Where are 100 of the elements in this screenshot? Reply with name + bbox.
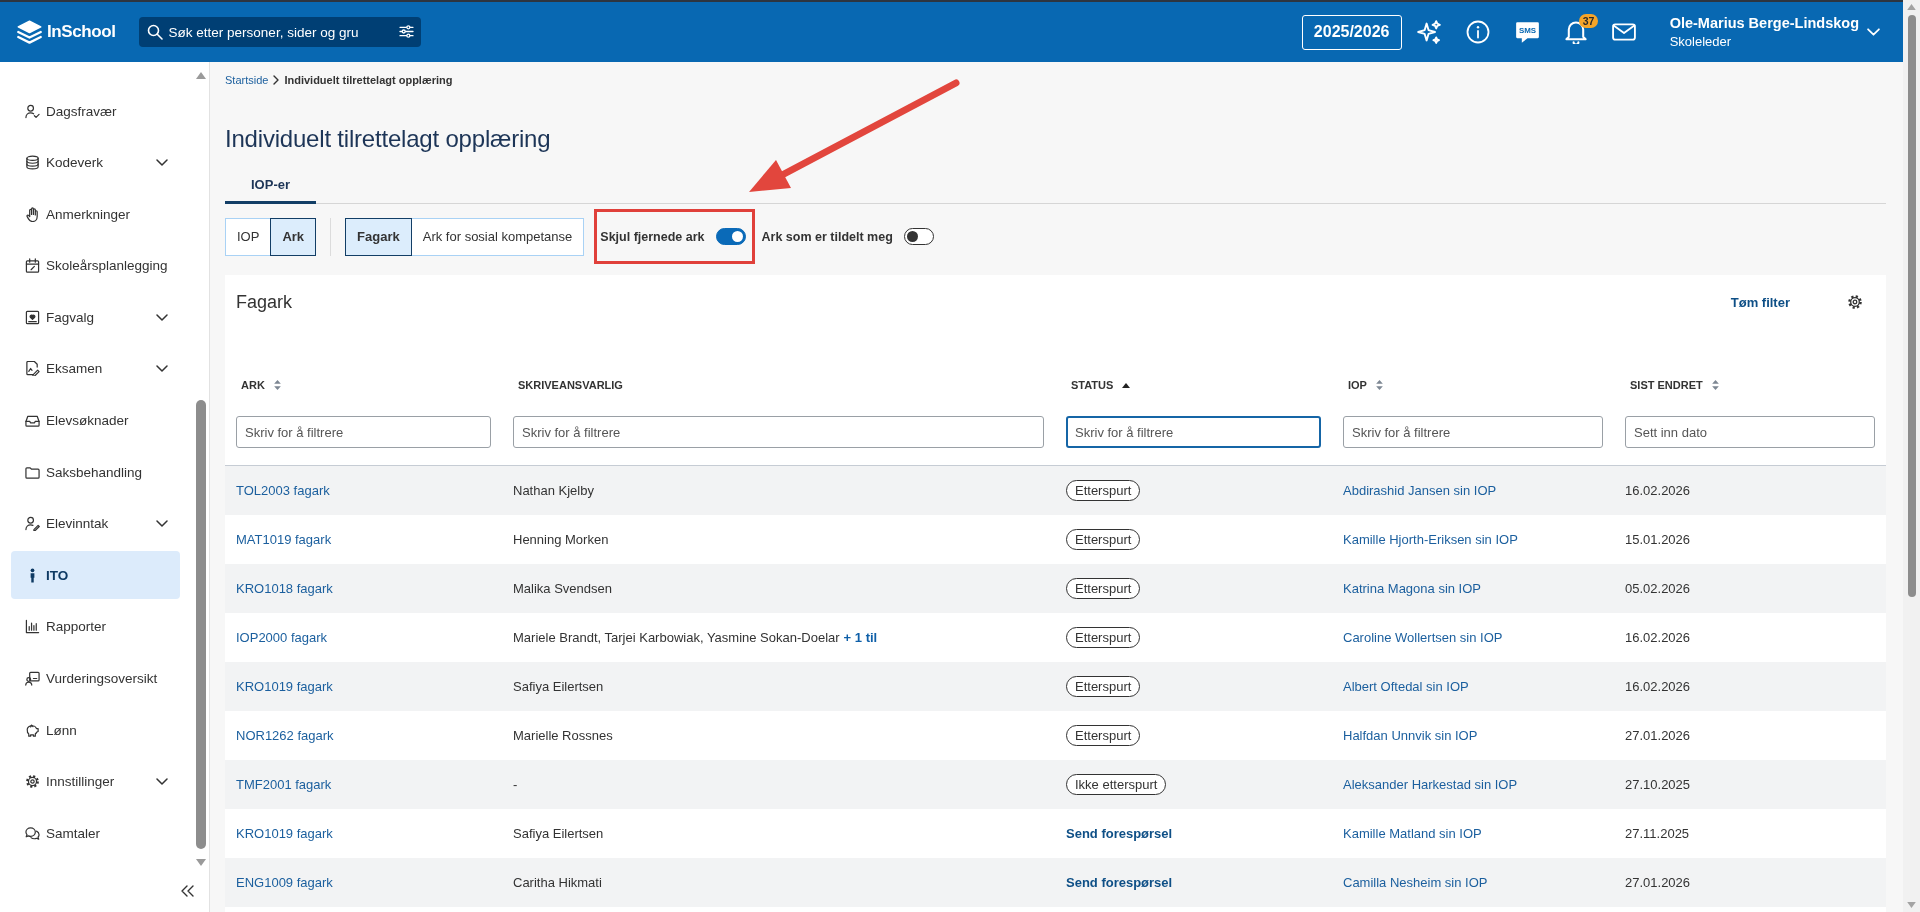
clear-filter-button[interactable]: Tøm filter [1730, 294, 1790, 310]
segment-button[interactable]: Fagark [345, 217, 412, 256]
table-cell-text: Safiya Eilertsen [513, 826, 605, 841]
person-pen-icon [25, 516, 40, 532]
table-cell-text: 05.02.2026 [1625, 581, 1692, 596]
request-link[interactable]: Send forespørsel [1066, 875, 1173, 890]
column-header[interactable]: IOP [1348, 379, 1367, 391]
iop-link[interactable]: Aleksander Harkestad sin IOP [1343, 777, 1603, 792]
iop-link[interactable]: Abdirashid Jansen sin IOP [1343, 483, 1603, 498]
filter-field[interactable]: Skriv for å filtrere [1343, 416, 1603, 448]
sidebar-item[interactable]: Dagsfravær [11, 87, 180, 135]
sidebar-item[interactable]: Samtaler [11, 809, 180, 858]
status-badge: Ikke etterspurt [1066, 774, 1167, 795]
card-title: Fagark [236, 291, 294, 313]
iop-link[interactable]: Halfdan Unnvik sin IOP [1343, 728, 1603, 743]
status-badge: Etterspurt [1066, 676, 1141, 697]
filter-field[interactable]: Skriv for å filtrere [513, 416, 1044, 448]
scrollbar-thumb[interactable] [195, 400, 206, 849]
notification-badge: 37 [1578, 14, 1599, 28]
iop-link[interactable]: Kamille Matland sin IOP [1343, 826, 1603, 841]
sheet-link[interactable]: TMF2001 fagark [236, 777, 491, 792]
sort-icon[interactable] [273, 380, 281, 390]
column-header[interactable]: SIST ENDRET [1630, 379, 1703, 391]
mail-icon[interactable] [1611, 23, 1636, 41]
table-cell-text: 27.01.2026 [1625, 728, 1692, 743]
document-pen-icon [25, 361, 40, 377]
chevron-down-icon[interactable] [1867, 28, 1880, 36]
sort-icon[interactable] [1711, 380, 1719, 390]
database-icon [25, 155, 40, 171]
iop-link[interactable]: Caroline Wollertsen sin IOP [1343, 630, 1603, 645]
table-cell-text: Marielle Rossnes [513, 728, 614, 743]
iop-link[interactable]: Albert Oftedal sin IOP [1343, 679, 1603, 694]
sms-icon[interactable]: SMS [1514, 20, 1540, 44]
sidebar-item[interactable]: Skoleårsplanlegging [11, 241, 180, 290]
sidebar-item[interactable]: Fagvalg [11, 293, 180, 342]
table-cell-text: Henning Morken [513, 532, 610, 547]
sheet-link[interactable]: ENG1009 fagark [236, 875, 491, 890]
sheet-link[interactable]: MAT1019 fagark [236, 532, 491, 547]
segment-button[interactable]: Ark [270, 217, 317, 256]
table-cell-text: 27.11.2025 [1625, 826, 1691, 841]
table-cell-text: Malika Svendsen [513, 581, 613, 596]
filter-field[interactable]: Skriv for å filtrere [1066, 416, 1321, 448]
sliders-icon[interactable] [398, 25, 414, 38]
breadcrumb-link[interactable]: Startside [225, 74, 269, 86]
table-cell-text: 27.10.2025 [1625, 777, 1692, 792]
more-link[interactable]: + 1 til [843, 630, 878, 645]
toggle-switch[interactable] [715, 228, 746, 245]
scrollbar-thumb[interactable] [1907, 15, 1916, 597]
request-link[interactable]: Send forespørsel [1066, 826, 1173, 841]
folder-icon [25, 464, 40, 480]
calendar-icon [25, 258, 40, 274]
tab[interactable]: IOP-er [225, 167, 316, 204]
filter-field[interactable]: Skriv for å filtrere [236, 416, 491, 448]
sort-icon[interactable] [1375, 380, 1383, 390]
sidebar-item[interactable]: Saksbehandling [11, 448, 180, 497]
toggle-switch[interactable] [903, 228, 934, 245]
search-icon [146, 24, 163, 40]
sheet-link[interactable]: NOR1262 fagark [236, 728, 491, 743]
sort-ascending-icon[interactable] [1122, 382, 1131, 388]
sidebar-item[interactable]: ITO [11, 551, 180, 600]
settings-icon[interactable] [1847, 294, 1863, 310]
scroll-up-icon[interactable] [195, 72, 206, 79]
sidebar-item[interactable]: Kodeverk [11, 138, 180, 187]
sparkle-icon[interactable] [1416, 20, 1441, 44]
sheet-link[interactable]: KRO1019 fagark [236, 826, 491, 841]
school-year-button[interactable]: 2025/2026 [1301, 14, 1402, 50]
sidebar-item[interactable]: Lønn [11, 706, 180, 755]
sheet-link[interactable]: KRO1018 fagark [236, 581, 491, 596]
sidebar-item[interactable]: Vurderingsoversikt [11, 654, 180, 703]
hand-icon [25, 206, 40, 222]
iop-link[interactable]: Katrina Magona sin IOP [1343, 581, 1603, 596]
sidebar-item[interactable]: Eksamen [11, 344, 180, 393]
segment-button[interactable]: IOP [225, 217, 272, 256]
user-name[interactable]: Ole-Marius Berge-Lindskog [1669, 15, 1859, 31]
scroll-down-icon[interactable] [195, 859, 206, 866]
status-badge: Etterspurt [1066, 578, 1141, 599]
date-field[interactable]: Sett inn dato [1625, 416, 1875, 448]
segment-button[interactable]: Ark for sosial kompetanse [410, 217, 585, 256]
sheet-link[interactable]: IOP2000 fagark [236, 630, 491, 645]
sidebar-item[interactable]: Elevsøknader [11, 396, 180, 445]
table-cell-text: - [513, 777, 519, 792]
sheet-link[interactable]: KRO1019 fagark [236, 679, 491, 694]
status-badge: Etterspurt [1066, 725, 1141, 746]
column-header[interactable]: ARK [241, 379, 265, 391]
sidebar-item[interactable]: Elevinntak [11, 499, 180, 548]
info-icon[interactable] [1465, 20, 1490, 44]
sheet-link[interactable]: TOL2003 fagark [236, 483, 491, 498]
double-chevron-left-icon[interactable] [181, 885, 194, 897]
inbox-icon [25, 413, 40, 429]
heart-box-icon [25, 309, 40, 325]
column-header[interactable]: STATUS [1071, 379, 1114, 391]
status-badge: Etterspurt [1066, 627, 1141, 648]
search-field[interactable]: Søk etter personer, sider og gru [138, 17, 421, 47]
iop-link[interactable]: Camilla Nesheim sin IOP [1343, 875, 1603, 890]
chevron-right-icon [273, 75, 280, 85]
sidebar-item[interactable]: Innstillinger [11, 757, 180, 806]
sidebar-item[interactable]: Rapporter [11, 602, 180, 651]
sidebar-item[interactable]: Anmerkninger [11, 190, 180, 239]
bar-chart-icon [25, 619, 40, 635]
iop-link[interactable]: Kamille Hjorth-Eriksen sin IOP [1343, 532, 1603, 547]
